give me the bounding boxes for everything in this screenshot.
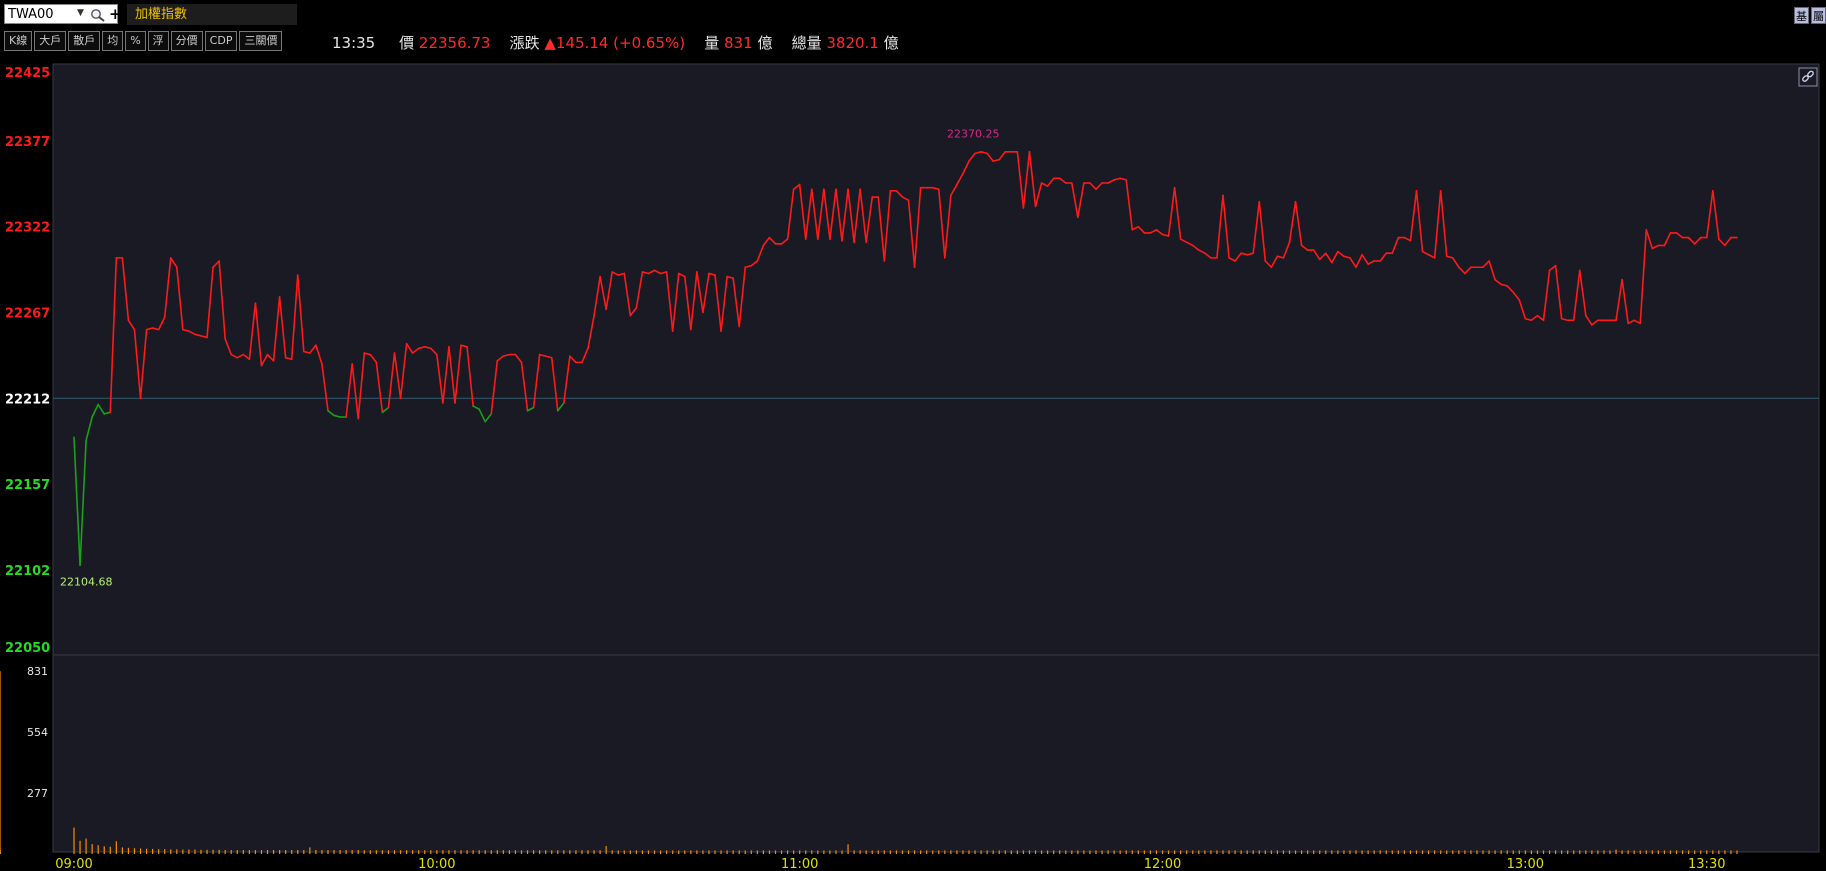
retail-button[interactable]: 散戶 [68,31,101,51]
index-name-label: 加權指數 [127,4,297,25]
search-icon[interactable] [90,8,106,22]
change-label: 漲跌 [509,34,540,52]
time-tick-label: 12:00 [1144,857,1181,871]
price-label: 價 [399,34,415,52]
price-panel [52,63,1820,656]
price-tick-label: 22267 [5,306,50,321]
volume-tick-label: 831 [27,665,48,678]
corner-button-attr[interactable]: 屬 [1811,7,1826,24]
volume-value: 831 [724,34,753,52]
volume-tick-label: 554 [27,726,48,739]
big-player-button[interactable]: 大戶 [34,31,67,51]
time-tick-label: 13:00 [1507,857,1544,871]
average-button[interactable]: 均 [102,31,124,51]
symbol-selector[interactable]: ▼ + [4,4,122,24]
price-tick-label: 22212 [5,392,50,407]
low-price-label: 22104.68 [60,576,113,589]
volume-unit: 億 [757,34,773,52]
price-tick-label: 22050 [5,641,50,656]
volume-panel [52,654,1820,853]
intraday-chart[interactable]: 22425 22377 22322 22267 22212 22157 22102 22050… [0,56,1826,871]
time-tick-label: 10:00 [418,857,455,871]
chart-toolbar: K線 大戶 散戶 均 % 浮 分價 CDP 三關價 13:35 價 22356.… [0,28,1826,56]
kline-button[interactable]: K線 [4,31,33,51]
three-levels-button[interactable]: 三關價 [239,31,283,51]
corner-button-basic[interactable]: 基 [1794,7,1809,24]
time-tick-label: 13:30 [1688,857,1725,871]
price-value: 22356.73 [418,34,491,52]
plus-icon[interactable]: + [109,5,122,23]
change-value: ▲145.14 (+0.65%) [544,34,686,52]
high-price-label: 22370.25 [947,127,1000,140]
link-icon[interactable] [1798,67,1818,87]
cdp-button[interactable]: CDP [204,31,238,51]
symbol-input[interactable] [8,6,72,22]
corner-buttons: 基屬 [1792,5,1826,24]
quote-time: 13:35 [332,34,376,52]
time-tick-label: 11:00 [781,857,818,871]
price-tick-label: 22377 [5,135,50,150]
price-tick-label: 22322 [5,221,50,236]
total-volume-value: 3820.1 [826,34,879,52]
tool-button-group: K線 大戶 散戶 均 % 浮 分價 CDP 三關價 [4,31,283,51]
volume-tick-label: 277 [27,787,48,800]
total-volume-label: 總量 [791,34,822,52]
top-bar: ▼ + 加權指數 基屬 [0,0,1826,28]
quote-line: 13:35 價 22356.73 漲跌 ▲145.14 (+0.65%) 量 8… [332,32,899,53]
price-distribution-button[interactable]: 分價 [170,31,203,51]
price-tick-label: 22157 [5,478,50,493]
float-button[interactable]: 浮 [147,31,169,51]
price-tick-label: 22102 [5,564,50,579]
chevron-down-icon[interactable]: ▼ [77,8,84,18]
total-volume-unit: 億 [883,34,899,52]
time-tick-label: 09:00 [55,857,92,871]
volume-label: 量 [704,34,720,52]
price-tick-label: 22425 [5,66,50,81]
percent-button[interactable]: % [125,31,146,51]
